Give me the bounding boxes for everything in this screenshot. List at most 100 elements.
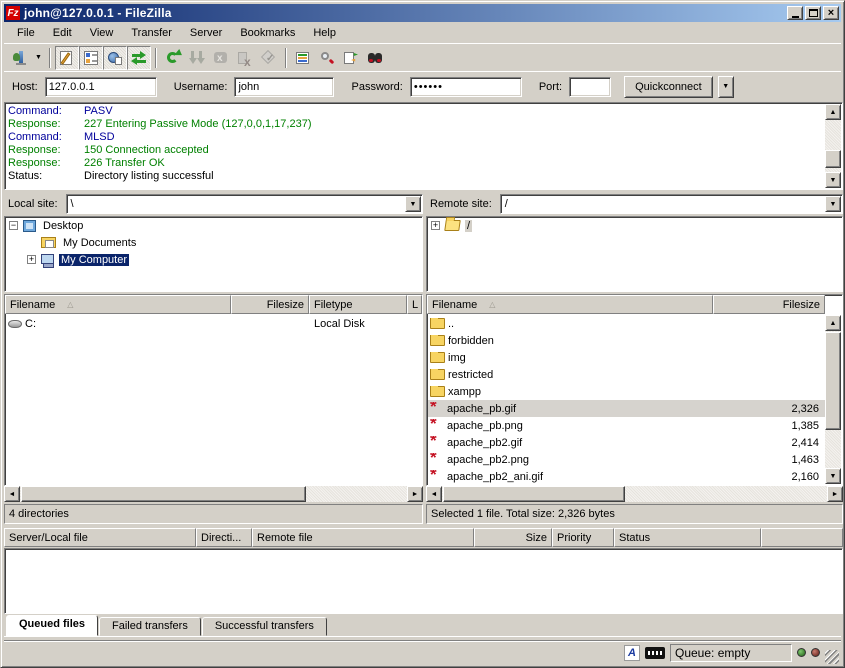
resize-grip[interactable] — [825, 650, 839, 664]
toggle-message-log-button[interactable] — [55, 46, 79, 70]
local-site-combobox[interactable]: \ ▼ — [66, 194, 423, 214]
local-column-filesize[interactable]: Filesize — [231, 295, 309, 314]
minimize-button[interactable] — [787, 6, 803, 20]
remote-vertical-scrollbar[interactable]: ▲ ▼ — [825, 315, 841, 484]
scroll-right-icon[interactable]: ► — [827, 486, 843, 502]
scroll-left-icon[interactable]: ◄ — [4, 486, 20, 502]
disconnect-button[interactable]: x — [233, 46, 257, 70]
speed-limit-icon[interactable] — [645, 647, 665, 659]
dropdown-arrow-icon[interactable]: ▼ — [405, 196, 421, 212]
remote-column-filesize[interactable]: Filesize — [713, 295, 825, 314]
tab-failed-transfers[interactable]: Failed transfers — [99, 617, 201, 636]
menu-bookmarks[interactable]: Bookmarks — [231, 25, 304, 41]
filter-button[interactable] — [291, 46, 315, 70]
reconnect-button[interactable]: ✓ — [257, 46, 281, 70]
scroll-down-icon[interactable]: ▼ — [825, 468, 841, 484]
remote-file-row[interactable]: xampp — [428, 383, 825, 400]
remote-directory-tree: + / — [426, 216, 843, 292]
title-bar[interactable]: Fz john@127.0.0.1 - FileZilla × — [4, 4, 841, 22]
remote-file-row[interactable]: .. — [428, 315, 825, 332]
refresh-button[interactable] — [161, 46, 185, 70]
tree-item-my-documents[interactable]: My Documents — [5, 234, 422, 251]
menu-help[interactable]: Help — [304, 25, 345, 41]
queue-column-size[interactable]: Size — [474, 528, 552, 547]
process-queue-button[interactable] — [185, 46, 209, 70]
remote-file-row-selected[interactable]: *apache_pb.gif2,326 — [428, 400, 825, 417]
scroll-up-icon[interactable]: ▲ — [825, 104, 841, 120]
scroll-up-icon[interactable]: ▲ — [825, 315, 841, 331]
transfer-type-ascii-icon[interactable]: A — [624, 645, 640, 661]
queue-column-remote-file[interactable]: Remote file — [252, 528, 474, 547]
menu-transfer[interactable]: Transfer — [122, 25, 181, 41]
queue-column-direction[interactable]: Directi... — [196, 528, 252, 547]
scroll-down-icon[interactable]: ▼ — [825, 172, 841, 188]
menu-file[interactable]: File — [8, 25, 44, 41]
dropdown-arrow-icon[interactable]: ▼ — [825, 196, 841, 212]
remote-site-combobox[interactable]: / ▼ — [500, 194, 843, 214]
queue-column-server-local-file[interactable]: Server/Local file — [4, 528, 196, 547]
tab-queued-files[interactable]: Queued files — [6, 615, 98, 636]
expand-icon[interactable]: + — [27, 255, 36, 264]
remote-file-row[interactable]: restricted — [428, 366, 825, 383]
scrollbar-thumb[interactable] — [825, 332, 841, 430]
close-button[interactable]: × — [823, 6, 839, 20]
scrollbar-thumb[interactable] — [825, 150, 841, 168]
port-input[interactable] — [569, 77, 611, 97]
file-search-button[interactable] — [315, 46, 339, 70]
username-input[interactable] — [234, 77, 334, 97]
queue-column-priority[interactable]: Priority — [552, 528, 614, 547]
scrollbar-thumb[interactable] — [21, 486, 306, 502]
local-horizontal-scrollbar[interactable]: ◄ ► — [4, 486, 423, 502]
remote-column-filename[interactable]: Filename△ — [427, 295, 713, 314]
toggle-local-tree-button[interactable] — [79, 46, 103, 70]
collapse-icon[interactable]: − — [9, 221, 18, 230]
local-column-last-modified[interactable]: L — [407, 295, 422, 314]
quickconnect-button[interactable]: Quickconnect — [624, 76, 713, 98]
tree-item-desktop[interactable]: − Desktop — [5, 217, 422, 234]
local-column-filetype[interactable]: Filetype — [309, 295, 407, 314]
host-input[interactable] — [45, 77, 157, 97]
remote-file-row[interactable]: *apache_pb2.gif2,414 — [428, 434, 825, 451]
maximize-button[interactable] — [805, 6, 821, 20]
toolbar: ▼ — [4, 43, 841, 71]
toolbar-separator — [285, 48, 287, 68]
directory-comparison-button[interactable] — [339, 46, 363, 70]
toolbar-separator — [155, 48, 157, 68]
site-manager-button[interactable] — [8, 46, 32, 70]
log-vertical-scrollbar[interactable]: ▲ ▼ — [825, 104, 841, 188]
log-line: Status:Directory listing successful — [8, 170, 824, 183]
remote-file-row[interactable]: *apache_pb2.png1,463 — [428, 451, 825, 468]
quickconnect-dropdown[interactable]: ▼ — [718, 76, 734, 98]
tree-item-my-computer[interactable]: + My Computer — [5, 251, 422, 268]
scroll-right-icon[interactable]: ► — [407, 486, 423, 502]
toggle-remote-tree-button[interactable] — [103, 46, 127, 70]
toggle-transfer-queue-button[interactable] — [127, 46, 151, 70]
local-column-filename[interactable]: Filename△ — [5, 295, 231, 314]
queue-column-status[interactable]: Status — [614, 528, 761, 547]
menu-server[interactable]: Server — [181, 25, 231, 41]
remote-file-row[interactable]: *apache_pb2_ani.gif2,160 — [428, 468, 825, 484]
local-file-row[interactable]: C: Local Disk — [6, 315, 421, 332]
remote-file-row[interactable]: img — [428, 349, 825, 366]
site-manager-dropdown[interactable]: ▼ — [32, 46, 45, 70]
remote-status-bar: Selected 1 file. Total size: 2,326 bytes — [426, 504, 843, 524]
queue-list-body[interactable] — [4, 548, 843, 614]
password-input[interactable] — [410, 77, 522, 97]
cancel-button[interactable]: x — [209, 46, 233, 70]
remote-file-row[interactable]: forbidden — [428, 332, 825, 349]
folder-icon — [430, 352, 445, 363]
expand-icon[interactable]: + — [431, 221, 440, 230]
toolbar-separator — [49, 48, 51, 68]
compare-icon — [343, 50, 359, 66]
menu-edit[interactable]: Edit — [44, 25, 81, 41]
username-label: Username: — [174, 81, 228, 93]
scroll-left-icon[interactable]: ◄ — [426, 486, 442, 502]
scrollbar-thumb[interactable] — [443, 486, 625, 502]
remote-horizontal-scrollbar[interactable]: ◄ ► — [426, 486, 843, 502]
tab-successful-transfers[interactable]: Successful transfers — [202, 617, 327, 636]
remote-file-row[interactable]: *apache_pb.png1,385 — [428, 417, 825, 434]
menu-view[interactable]: View — [81, 25, 123, 41]
tree-item-root[interactable]: + / — [427, 217, 842, 234]
queue-column-empty[interactable] — [761, 528, 843, 547]
synchronized-browsing-button[interactable] — [363, 46, 387, 70]
